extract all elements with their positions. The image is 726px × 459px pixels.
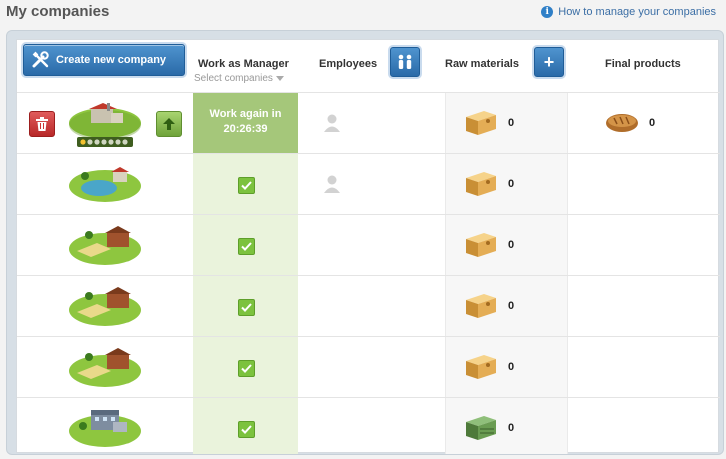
work-as-manager-cell: Work again in 20:26:39 [193, 93, 298, 153]
manager-checkbox[interactable] [238, 421, 255, 438]
raw-materials-count: 0 [508, 422, 515, 434]
table-header: Create new company Work as Manager Selec… [17, 40, 720, 93]
grain-farm-icon[interactable] [67, 221, 143, 269]
select-companies-label: Select companies [194, 73, 273, 84]
checkmark-icon [241, 303, 252, 312]
info-icon: i [541, 6, 554, 18]
grain-farm-icon[interactable] [67, 282, 143, 330]
work-as-manager-cell [193, 276, 298, 336]
work-again-label: Work again in [209, 108, 282, 120]
raw-materials-cell: 0 [445, 276, 568, 336]
raw-materials-cell: 0 [445, 337, 568, 397]
checkmark-icon [241, 364, 252, 373]
industrial-factory-icon[interactable] [67, 404, 143, 450]
table-row: 0 [17, 398, 720, 454]
create-company-label: Create new company [56, 54, 167, 66]
arrow-up-icon [163, 118, 175, 130]
table-row: 0 [17, 276, 720, 337]
triangle-down-icon [275, 76, 284, 81]
manager-checkbox[interactable] [238, 360, 255, 377]
raw-materials-count: 0 [508, 178, 515, 190]
raw-materials-count: 0 [508, 300, 515, 312]
wooden-crate-icon [466, 355, 496, 379]
table-row: 0 [17, 337, 720, 398]
delete-company-button[interactable] [29, 111, 55, 137]
bread-icon [606, 114, 638, 132]
wooden-crate-icon [466, 294, 496, 318]
companies-panel: Create new company Work as Manager Selec… [6, 30, 724, 455]
wooden-crate-icon [466, 172, 496, 196]
help-link[interactable]: i How to manage your companies [541, 6, 716, 18]
fishing-farm-icon[interactable] [67, 162, 143, 206]
table-row: Work again in 20:26:39 0 0 [17, 93, 720, 154]
work-again-timer: 20:26:39 [223, 123, 268, 135]
upgrade-company-button[interactable] [156, 111, 182, 137]
grain-farm-icon[interactable] [67, 343, 143, 391]
manager-checkbox[interactable] [238, 299, 255, 316]
work-as-manager-cell [193, 398, 298, 454]
table-row: 0 [17, 154, 720, 215]
table-row: 0 [17, 215, 720, 276]
checkmark-icon [241, 425, 252, 434]
employees-button[interactable] [390, 47, 420, 77]
checkmark-icon [241, 242, 252, 251]
raw-materials-cell: 0 [445, 398, 568, 454]
final-products-count: 0 [649, 117, 656, 129]
raw-materials-cell: 0 [445, 154, 568, 214]
manager-checkbox[interactable] [238, 177, 255, 194]
plus-icon: + [543, 51, 555, 72]
col-employees: Employees [319, 58, 378, 70]
select-companies-dropdown[interactable]: Select companies [194, 73, 284, 84]
col-final-products: Final products [605, 58, 681, 70]
food-factory-icon[interactable] [67, 101, 143, 151]
add-raw-materials-button[interactable]: + [534, 47, 564, 77]
work-as-manager-cell [193, 337, 298, 397]
employee-slot-icon[interactable] [323, 113, 341, 133]
col-raw-materials: Raw materials [445, 58, 519, 70]
companies-table: Create new company Work as Manager Selec… [16, 39, 720, 454]
help-link-label: How to manage your companies [558, 6, 716, 18]
employee-slot-icon[interactable] [323, 174, 341, 194]
manager-checkbox[interactable] [238, 238, 255, 255]
green-crate-icon [466, 416, 496, 440]
people-icon [398, 54, 412, 69]
checkmark-icon [241, 181, 252, 190]
raw-materials-count: 0 [508, 239, 515, 251]
raw-materials-count: 0 [508, 117, 515, 129]
wooden-crate-icon [466, 111, 496, 135]
trash-icon [36, 117, 48, 131]
col-work-as-manager: Work as Manager [198, 58, 289, 70]
work-as-manager-cell [193, 215, 298, 275]
raw-materials-cell: 0 [445, 215, 568, 275]
wooden-crate-icon [466, 233, 496, 257]
work-as-manager-cell [193, 154, 298, 214]
page-title: My companies [6, 3, 110, 20]
raw-materials-cell: 0 [445, 93, 568, 153]
raw-materials-count: 0 [508, 361, 515, 373]
tools-icon [32, 51, 49, 68]
create-company-button[interactable]: Create new company [23, 44, 185, 76]
